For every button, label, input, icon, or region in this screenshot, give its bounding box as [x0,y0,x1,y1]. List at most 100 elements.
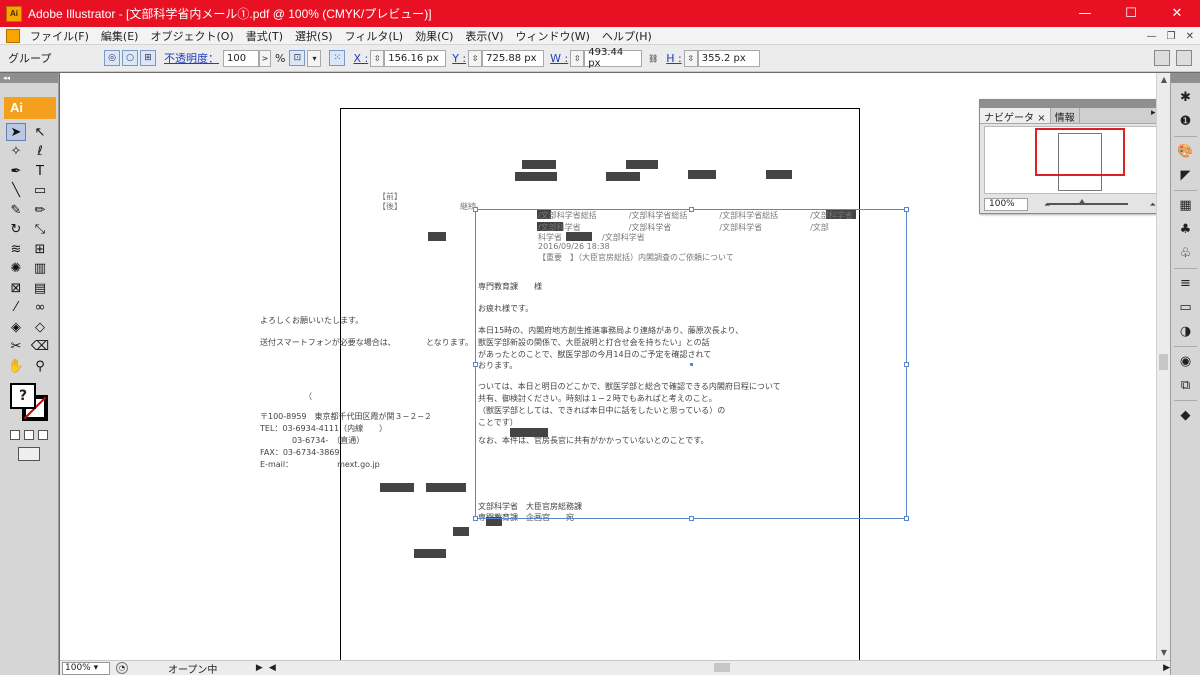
resize-handle-left[interactable] [473,362,478,367]
doc-minimize-icon[interactable]: — [1147,31,1157,42]
y-field[interactable]: 725.88 px [482,49,545,67]
doc-restore-icon[interactable]: ❐ [1167,31,1176,42]
menu-view[interactable]: 表示(V) [459,28,509,44]
maximize-button[interactable]: ☐ [1108,0,1154,27]
y-stepper[interactable]: ⇳ [468,49,483,67]
layers-icon[interactable]: ◆ [1176,405,1196,425]
horizontal-scroll-thumb[interactable] [713,663,730,672]
hand-tool[interactable]: ✋ [6,357,26,375]
pencil-tool[interactable]: ✏ [30,201,50,219]
blend-tool[interactable]: ∞ [30,299,50,317]
x-field[interactable]: 156.16 px [384,49,447,67]
h-field[interactable]: 355.2 px [697,49,760,67]
menu-type[interactable]: 書式(T) [240,28,289,44]
resize-handle-right[interactable] [904,362,909,367]
live-paint-bucket-tool[interactable]: ◈ [6,318,26,336]
zoom-out-icon[interactable]: ⏶ [1044,200,1050,210]
resize-handle-bottom[interactable] [689,516,694,521]
menu-edit[interactable]: 編集(E) [95,28,145,44]
magic-wand-tool[interactable]: ✧ [6,143,26,161]
w-label[interactable]: W : [550,52,568,65]
resize-handle-top-right[interactable] [904,207,909,212]
symbol-sprayer-tool[interactable]: ✺ [6,260,26,278]
graphic-styles-icon[interactable]: ⧉ [1176,375,1196,395]
h-stepper[interactable]: ⇳ [683,49,698,67]
x-label[interactable]: X : [353,52,368,65]
color-guide-icon[interactable]: ◤ [1176,165,1196,185]
free-transform-tool[interactable]: ⊞ [30,240,50,258]
gradient-mode-icon[interactable] [24,430,34,440]
opacity-dropdown-arrow[interactable]: > [259,49,271,67]
resize-handle-bottom-left[interactable] [473,516,478,521]
lasso-tool[interactable]: ℓ [30,143,50,161]
status-text[interactable]: オープン中 [168,661,254,675]
fill-swatch[interactable]: ? [10,383,36,409]
document-icon[interactable] [6,28,20,43]
opacity-label[interactable]: 不透明度： [164,50,219,66]
color-mode-icon[interactable] [10,430,20,440]
scroll-left-icon[interactable]: ◀ [269,663,276,673]
slice-tool[interactable]: ✂ [6,338,26,356]
minimize-button[interactable]: — [1062,0,1108,27]
vertical-scrollbar[interactable]: ▲ ▼ [1156,73,1170,660]
selection-bounding-box[interactable] [473,207,909,521]
resize-handle-top[interactable] [689,207,694,212]
illustrator-app-icon[interactable]: Ai [6,5,22,22]
isolate-group-icon[interactable]: ◎ [104,50,120,66]
warp-tool[interactable]: ≋ [6,240,26,258]
tab-info[interactable]: 情報 [1051,108,1080,124]
control-panel-menu-icon[interactable] [1176,50,1192,66]
scroll-right-icon[interactable]: ▶ [1163,663,1170,673]
reference-grid-icon[interactable]: ⁙ [329,50,346,66]
menu-file[interactable]: ファイル(F) [24,28,95,44]
document-setup-icon[interactable] [1154,50,1170,66]
h-label[interactable]: H : [666,52,681,65]
x-stepper[interactable]: ⇳ [370,49,385,67]
version-cue-icon[interactable]: ◔ [115,662,128,674]
circle-group-icon[interactable]: ○ [122,50,138,66]
y-label[interactable]: Y : [452,52,466,65]
transparency-icon[interactable]: ◑ [1176,321,1196,341]
line-tool[interactable]: ╲ [6,182,26,200]
rectangle-tool[interactable]: ▭ [30,182,50,200]
constrain-link-icon[interactable]: ⛓ [646,50,660,67]
column-graph-tool[interactable]: ▥ [30,260,50,278]
appearance-icon[interactable]: ◉ [1176,351,1196,371]
color-icon[interactable]: 🎨 [1176,141,1196,161]
doc-close-icon[interactable]: ✕ [1186,31,1194,42]
rotate-tool[interactable]: ↻ [6,221,26,239]
status-menu-arrow[interactable]: ▶ [256,663,263,673]
screen-mode-icon[interactable] [18,447,40,461]
brushes-icon[interactable]: ✱ [1176,87,1196,107]
menu-help[interactable]: ヘルプ(H) [596,28,658,44]
eraser-tool[interactable]: ⌫ [30,338,50,356]
menu-select[interactable]: 選択(S) [289,28,339,44]
zoom-level-field[interactable]: 100% ▾ [62,661,110,675]
swatches-icon[interactable]: ▦ [1176,195,1196,215]
vertical-scroll-thumb[interactable] [1159,354,1168,370]
mesh-tool[interactable]: ⊠ [6,279,26,297]
reference-point-stepper[interactable]: ▾ [307,49,322,67]
brush-library-icon[interactable]: ♣ [1176,219,1196,239]
menu-effect[interactable]: 効果(C) [409,28,459,44]
scale-tool[interactable]: ⤡ [30,221,50,239]
menu-window[interactable]: ウィンドウ(W) [509,28,595,44]
zoom-dropdown-icon[interactable]: ▾ [94,663,99,673]
resize-handle-top-left[interactable] [473,207,478,212]
zoom-tool[interactable]: ⚲ [30,357,50,375]
none-mode-icon[interactable] [38,430,48,440]
tab-navigator[interactable]: ナビゲータ × [980,108,1051,124]
symbols-icon[interactable]: ♧ [1176,243,1196,263]
menu-filter[interactable]: フィルタ(L) [339,28,410,44]
zoom-slider-thumb[interactable] [1078,199,1086,205]
scroll-down-icon[interactable]: ▼ [1157,646,1171,660]
tab-close-icon[interactable]: × [1037,113,1045,124]
scroll-up-icon[interactable]: ▲ [1157,73,1171,87]
reference-point-icon[interactable]: ⊡ [289,50,306,66]
paintbrush-tool[interactable]: ✎ [6,201,26,219]
horizontal-scrollbar[interactable] [281,662,1162,674]
navigator-preview[interactable] [984,126,1164,194]
close-button[interactable]: ✕ [1154,0,1200,27]
tools-panel-collapse[interactable]: ◂◂ [0,73,58,83]
navigator-panel-grip[interactable] [980,100,1167,108]
